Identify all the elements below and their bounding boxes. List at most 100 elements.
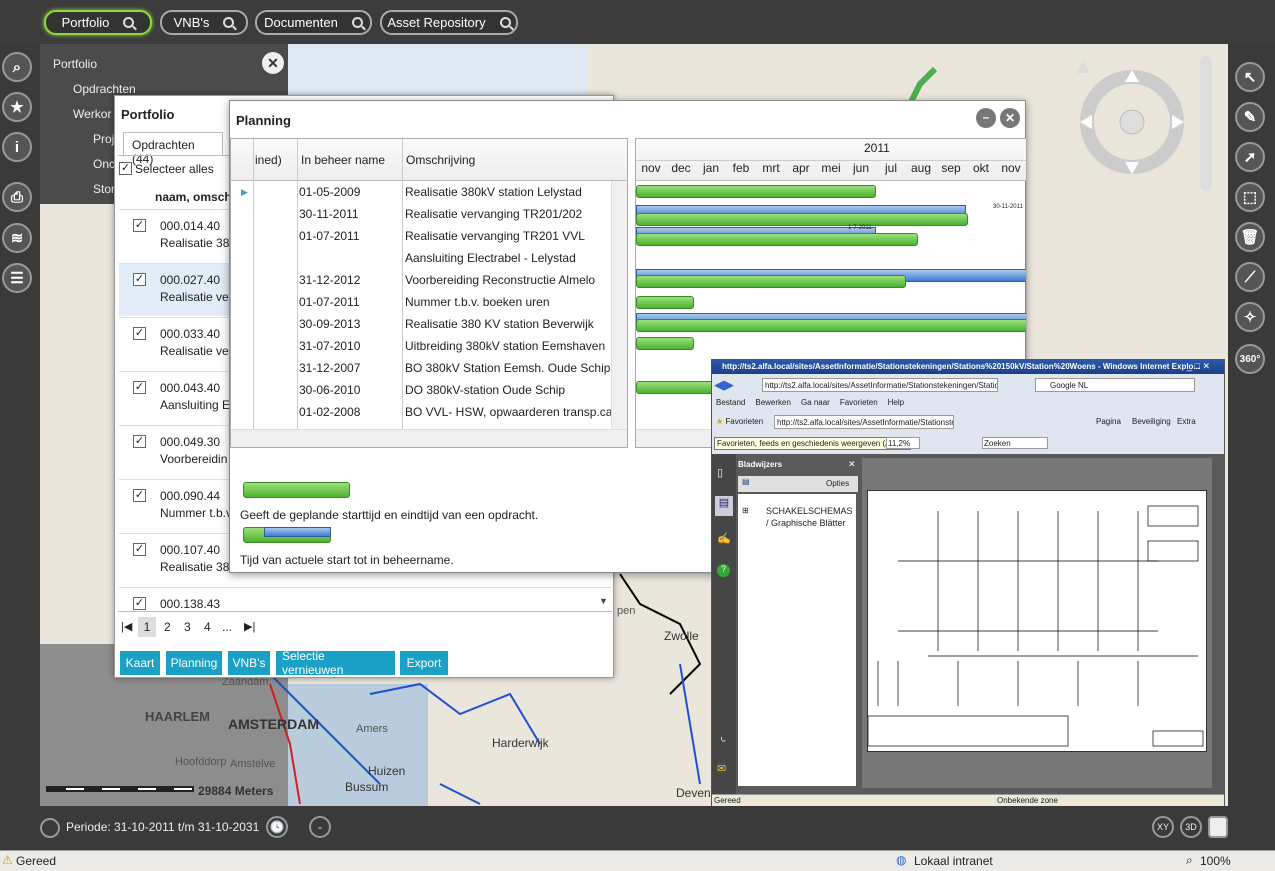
tool-pagina[interactable]: Pagina xyxy=(1096,417,1121,426)
box-select-icon[interactable]: ⬚ xyxy=(1235,182,1265,212)
search-input[interactable]: Google NL xyxy=(1035,378,1195,392)
tab-portfolio[interactable]: Portfolio xyxy=(44,10,152,35)
menu-item[interactable]: Ga naar xyxy=(801,398,830,411)
zoom-level[interactable]: 100% xyxy=(1200,854,1231,868)
column-header[interactable]: Omschrijving xyxy=(406,153,475,167)
gantt-bar-planned[interactable] xyxy=(636,381,716,394)
row-checkbox[interactable]: ✓ xyxy=(133,435,146,448)
last-page-icon[interactable]: ▶| xyxy=(244,620,255,633)
browser-tab[interactable]: http://ts2.alfa.local/sites/AssetInforma… xyxy=(774,415,954,429)
gantt-bar-planned[interactable] xyxy=(636,319,1026,332)
legend-list-icon[interactable]: ☰ xyxy=(2,263,32,293)
gantt-bar-planned[interactable] xyxy=(636,233,918,246)
export-button[interactable]: Export xyxy=(400,651,448,675)
measure-icon[interactable]: ⟋ xyxy=(1235,262,1265,292)
page-4[interactable]: 4 xyxy=(204,620,211,634)
search-tool-button[interactable]: ⌕ xyxy=(2,52,32,82)
locate-icon[interactable]: ✧ xyxy=(1235,302,1265,332)
first-page-icon[interactable]: |◀ xyxy=(121,620,132,633)
menu-item[interactable]: Help xyxy=(888,398,904,411)
fullscreen-icon[interactable] xyxy=(1208,816,1228,838)
scroll-down-arrow[interactable]: ▼ xyxy=(599,596,608,606)
table-row[interactable]: ✓ 000.138.43 xyxy=(119,587,611,611)
sidebar-item-storingen[interactable]: Stor xyxy=(93,182,115,196)
row-checkbox[interactable]: ✓ xyxy=(133,489,146,502)
sidebar-item-projecten[interactable]: Proj xyxy=(93,132,114,146)
gantt-bar-planned[interactable] xyxy=(636,185,876,198)
sidebar-item-onderhoud[interactable]: Onc xyxy=(93,157,115,171)
gantt-bar-planned[interactable] xyxy=(636,213,968,226)
sidebar-item-opdrachten[interactable]: Opdrachten xyxy=(73,82,136,96)
row-checkbox[interactable]: ✓ xyxy=(133,597,146,610)
close-icon[interactable]: ✕ xyxy=(848,459,856,470)
bookmarks-icon[interactable]: ▤ xyxy=(715,496,733,516)
find-input[interactable]: Zoeken xyxy=(982,437,1048,449)
bookmark-options-icon[interactable]: ▤ xyxy=(742,477,750,486)
window-controls[interactable]: _ □ ✕ xyxy=(1187,361,1223,372)
tab-vnbs[interactable]: VNB's xyxy=(160,10,248,35)
tree-item-sub[interactable]: / Graphische Blätter xyxy=(766,518,846,528)
attachment-icon[interactable]: ⌎ xyxy=(717,734,726,747)
menu-item[interactable]: Bestand xyxy=(716,398,745,411)
column-header[interactable]: naam, omschr xyxy=(155,190,236,204)
help-icon[interactable]: ? xyxy=(717,564,730,577)
tree-expand-icon[interactable]: ⊞ xyxy=(742,506,749,515)
layers-icon[interactable]: ≋ xyxy=(2,223,32,253)
column-header[interactable]: ined) xyxy=(255,153,282,167)
menu-item[interactable]: Favorieten xyxy=(840,398,878,411)
minus-icon[interactable]: - xyxy=(309,816,331,838)
vertical-scrollbar[interactable] xyxy=(611,181,627,429)
gantt-bar-planned[interactable] xyxy=(636,275,906,288)
comments-icon[interactable]: ✉ xyxy=(717,762,726,775)
minimize-icon[interactable]: – xyxy=(976,108,996,128)
3d-button[interactable]: 3D xyxy=(1180,816,1202,838)
delete-trash-icon[interactable]: 🗑 xyxy=(1235,222,1265,252)
pointer-select-icon[interactable]: ➚ xyxy=(1235,142,1265,172)
row-checkbox[interactable]: ✓ xyxy=(133,219,146,232)
close-icon[interactable]: ✕ xyxy=(1000,108,1020,128)
xy-button[interactable]: XY xyxy=(1152,816,1174,838)
close-icon[interactable]: ✕ xyxy=(262,52,284,74)
options-label[interactable]: Opties xyxy=(826,479,849,488)
address-bar[interactable]: http://ts2.alfa.local/sites/AssetInforma… xyxy=(762,378,998,392)
menu-item[interactable]: Bewerken xyxy=(755,398,791,411)
zoom-slider[interactable] xyxy=(1200,56,1212,191)
planning-button[interactable]: Planning xyxy=(166,651,222,675)
timeline-icon[interactable] xyxy=(40,818,60,838)
tool-beveiliging[interactable]: Beveiliging xyxy=(1132,417,1171,426)
select-all-checkbox[interactable]: ✓ xyxy=(119,162,132,175)
page-more[interactable]: ... xyxy=(222,620,232,634)
info-icon[interactable]: i xyxy=(2,132,32,162)
favorites-button[interactable]: ★ Favorieten xyxy=(716,417,763,426)
row-checkbox[interactable]: ✓ xyxy=(133,327,146,340)
selectie-vernieuwen-button[interactable]: Selectie vernieuwen xyxy=(276,649,395,677)
page-2[interactable]: 2 xyxy=(164,620,171,634)
vnbs-button[interactable]: VNB's xyxy=(228,651,270,675)
print-icon[interactable]: ⎙ xyxy=(2,182,32,212)
column-header[interactable]: In beheer name xyxy=(301,153,385,167)
clock-icon[interactable]: 🕓 xyxy=(266,816,288,838)
zoom-magnifier-icon[interactable]: ⌕ xyxy=(1186,853,1193,868)
sidebar-item-werkorders[interactable]: Werkor xyxy=(73,107,111,121)
tool-extra[interactable]: Extra xyxy=(1177,417,1196,426)
grid-body[interactable]: 01-05-2009 Realisatie 380kV station Lelys… xyxy=(231,181,611,447)
page-1[interactable]: 1 xyxy=(138,617,156,637)
signatures-icon[interactable]: ✍ xyxy=(717,532,731,545)
kaart-button[interactable]: Kaart xyxy=(120,651,160,675)
horizontal-scrollbar[interactable] xyxy=(231,429,627,447)
tab-asset-repository[interactable]: Asset Repository xyxy=(380,10,518,35)
page-3[interactable]: 3 xyxy=(184,620,191,634)
view-360-icon[interactable]: 360° xyxy=(1235,344,1265,374)
favorites-star-icon[interactable]: ★ xyxy=(2,92,32,122)
row-checkbox[interactable]: ✓ xyxy=(133,543,146,556)
row-checkbox[interactable]: ✓ xyxy=(133,273,146,286)
row-checkbox[interactable]: ✓ xyxy=(133,381,146,394)
pdf-page-area[interactable] xyxy=(862,458,1212,788)
pages-icon[interactable]: ▯ xyxy=(717,466,723,479)
zoom-field[interactable]: 11,2% xyxy=(886,437,920,449)
gantt-bar-planned[interactable] xyxy=(636,296,694,309)
back-forward-icon[interactable]: ◀▶ xyxy=(714,377,746,393)
gantt-bar-planned[interactable] xyxy=(636,337,694,350)
tab-opdrachten[interactable]: Opdrachten (44) xyxy=(123,132,223,166)
map-navigation-control[interactable] xyxy=(1075,56,1185,186)
